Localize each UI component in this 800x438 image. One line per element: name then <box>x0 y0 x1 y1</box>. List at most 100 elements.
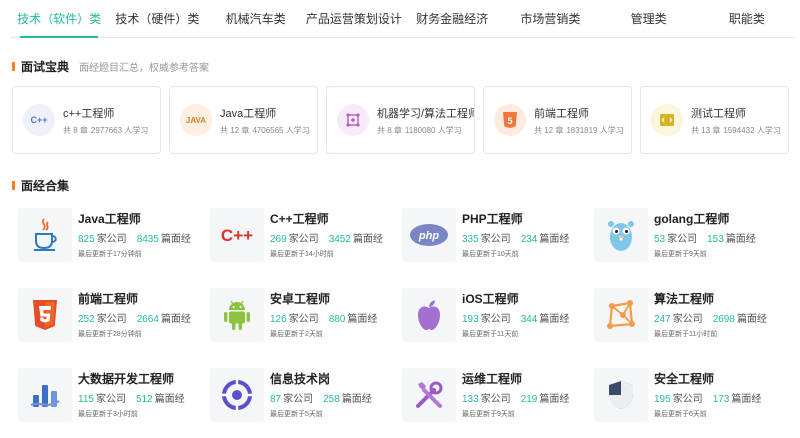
tools-icon <box>402 368 456 422</box>
card-chapters: 共 8 章 <box>377 125 402 135</box>
tab-marketing[interactable]: 市场营销类 <box>501 0 599 37</box>
post-unit: 篇面经 <box>154 394 185 405</box>
experience-section-header: 面经合集 <box>12 177 69 194</box>
tab-software[interactable]: 技术（软件）类 <box>10 0 108 38</box>
job-card[interactable]: 安全工程师 195 家公司 173 篇面经 最后更新于6天前 <box>594 368 786 438</box>
card-learners: 4706565 人学习 <box>252 125 310 135</box>
interview-card-list: C++ c++工程师 共 8 章 2977663 人学习 JAVA Java工程师… <box>12 86 789 154</box>
algorithm-icon <box>594 288 648 342</box>
tab-hardware[interactable]: 技术（硬件）类 <box>108 0 206 37</box>
company-unit: 家公司 <box>672 314 703 325</box>
experience-section-title: 面经合集 <box>21 179 70 193</box>
post-count: 512 <box>135 394 153 405</box>
job-title: 安全工程师 <box>654 372 715 386</box>
tab-product[interactable]: 产品运营策划设计 <box>305 0 403 37</box>
last-updated: 最后更新于9天前 <box>654 251 707 258</box>
card-chapters: 共 12 章 <box>534 125 564 135</box>
job-title: golang工程师 <box>654 212 730 226</box>
post-count: 2664 <box>136 314 159 325</box>
card-learners: 1180080 人学习 <box>404 125 462 135</box>
job-card[interactable]: 信息技术岗 87 家公司 258 篇面经 最后更新于5天前 <box>210 368 402 438</box>
interview-card[interactable]: JAVA Java工程师 共 12 章 4706565 人学习 <box>169 86 318 154</box>
company-count: 247 <box>654 314 671 325</box>
card-chapters: 共 12 章 <box>220 125 250 135</box>
card-chapters: 共 13 章 <box>691 125 721 135</box>
interview-card[interactable]: 机器学习/算法工程师 共 8 章 1180080 人学习 <box>326 86 475 154</box>
card-learners: 1831819 人学习 <box>566 125 624 135</box>
tab-functional[interactable]: 职能类 <box>698 0 796 37</box>
post-unit: 篇面经 <box>347 314 378 325</box>
post-count: 258 <box>323 394 340 405</box>
card-title: Java工程师 <box>220 107 277 120</box>
card-title: 前端工程师 <box>534 107 589 120</box>
company-count: 53 <box>654 234 666 245</box>
job-title: 信息技术岗 <box>270 372 331 386</box>
company-unit: 家公司 <box>288 314 319 325</box>
post-unit: 篇面经 <box>160 314 191 325</box>
company-count: 126 <box>270 314 287 325</box>
apple-icon <box>402 288 456 342</box>
html5-shield-icon <box>18 288 72 342</box>
job-card[interactable]: 安卓工程师 126 家公司 880 篇面经 最后更新于2天前 <box>210 288 402 368</box>
post-unit: 篇面经 <box>160 234 191 245</box>
job-card[interactable]: 前端工程师 252 家公司 2664 篇面经 最后更新于28分钟前 <box>18 288 210 368</box>
company-count: 133 <box>462 394 479 405</box>
company-unit: 家公司 <box>96 314 127 325</box>
card-learners: 1594432 人学习 <box>723 125 781 135</box>
job-title: 运维工程师 <box>462 372 523 386</box>
post-count: 344 <box>520 314 538 325</box>
card-title: 测试工程师 <box>691 107 746 120</box>
company-unit: 家公司 <box>283 394 314 405</box>
company-count: 87 <box>270 394 282 405</box>
job-title: 前端工程师 <box>78 292 139 306</box>
last-updated: 最后更新于5天前 <box>270 411 323 418</box>
job-card[interactable]: 运维工程师 133 家公司 219 篇面经 最后更新于9天前 <box>402 368 594 438</box>
job-card[interactable]: php PHP工程师 335 家公司 234 篇面经 最后更新于10天前 <box>402 208 594 288</box>
security-shield-icon <box>594 368 648 422</box>
php-icon: php <box>402 208 456 262</box>
company-count: 269 <box>270 234 287 245</box>
interview-card[interactable]: 5 前端工程师 共 12 章 1831819 人学习 <box>483 86 632 154</box>
tab-finance[interactable]: 财务金融经济 <box>403 0 501 37</box>
job-card[interactable]: C++ C++工程师 269 家公司 3452 篇面经 最后更新于14小时前 <box>210 208 402 288</box>
job-grid: Java工程师 825 家公司 8435 篇面经 最后更新于17分钟前 C++ C++… <box>18 208 786 438</box>
last-updated: 最后更新于9天前 <box>462 411 515 418</box>
company-unit: 家公司 <box>288 234 319 245</box>
company-count: 825 <box>78 234 95 245</box>
interview-section-header: 面试宝典 面经题目汇总，权威参考答案 <box>12 58 209 75</box>
job-title: 安卓工程师 <box>270 292 331 306</box>
interview-section-title: 面试宝典 <box>21 60 70 74</box>
post-count: 153 <box>707 234 724 245</box>
job-card[interactable]: golang工程师 53 家公司 153 篇面经 最后更新于9天前 <box>594 208 786 288</box>
svg-text:C++: C++ <box>221 226 253 245</box>
company-unit: 家公司 <box>480 314 511 325</box>
post-unit: 篇面经 <box>539 394 570 405</box>
post-unit: 篇面经 <box>736 314 767 325</box>
post-count: 3452 <box>328 234 351 245</box>
company-count: 335 <box>462 234 479 245</box>
tab-management[interactable]: 管理类 <box>600 0 698 37</box>
company-unit: 家公司 <box>96 234 127 245</box>
company-unit: 家公司 <box>672 394 703 405</box>
company-count: 193 <box>462 314 479 325</box>
interview-card[interactable]: C++ c++工程师 共 8 章 2977663 人学习 <box>12 86 161 154</box>
tab-mechanical[interactable]: 机械汽车类 <box>207 0 305 37</box>
post-unit: 篇面经 <box>725 234 756 245</box>
post-unit: 篇面经 <box>539 234 570 245</box>
job-card[interactable]: 算法工程师 247 家公司 2698 篇面经 最后更新于11小时前 <box>594 288 786 368</box>
post-count: 880 <box>328 314 346 325</box>
post-unit: 篇面经 <box>341 394 372 405</box>
interview-card[interactable]: 测试工程师 共 13 章 1594432 人学习 <box>640 86 789 154</box>
card-learners: 2977663 人学习 <box>90 125 149 135</box>
job-title: 大数据开发工程师 <box>78 372 175 386</box>
job-card[interactable]: 大数据开发工程师 115 家公司 512 篇面经 最后更新于3小时前 <box>18 368 210 438</box>
job-title: iOS工程师 <box>462 292 519 306</box>
company-unit: 家公司 <box>95 394 126 405</box>
card-chapters: 共 8 章 <box>63 125 88 135</box>
job-card[interactable]: Java工程师 825 家公司 8435 篇面经 最后更新于17分钟前 <box>18 208 210 288</box>
post-unit: 篇面经 <box>539 314 570 325</box>
post-count: 173 <box>712 394 730 405</box>
post-count: 2698 <box>712 314 735 325</box>
post-unit: 篇面经 <box>731 394 762 405</box>
job-card[interactable]: iOS工程师 193 家公司 344 篇面经 最后更新于11天前 <box>402 288 594 368</box>
